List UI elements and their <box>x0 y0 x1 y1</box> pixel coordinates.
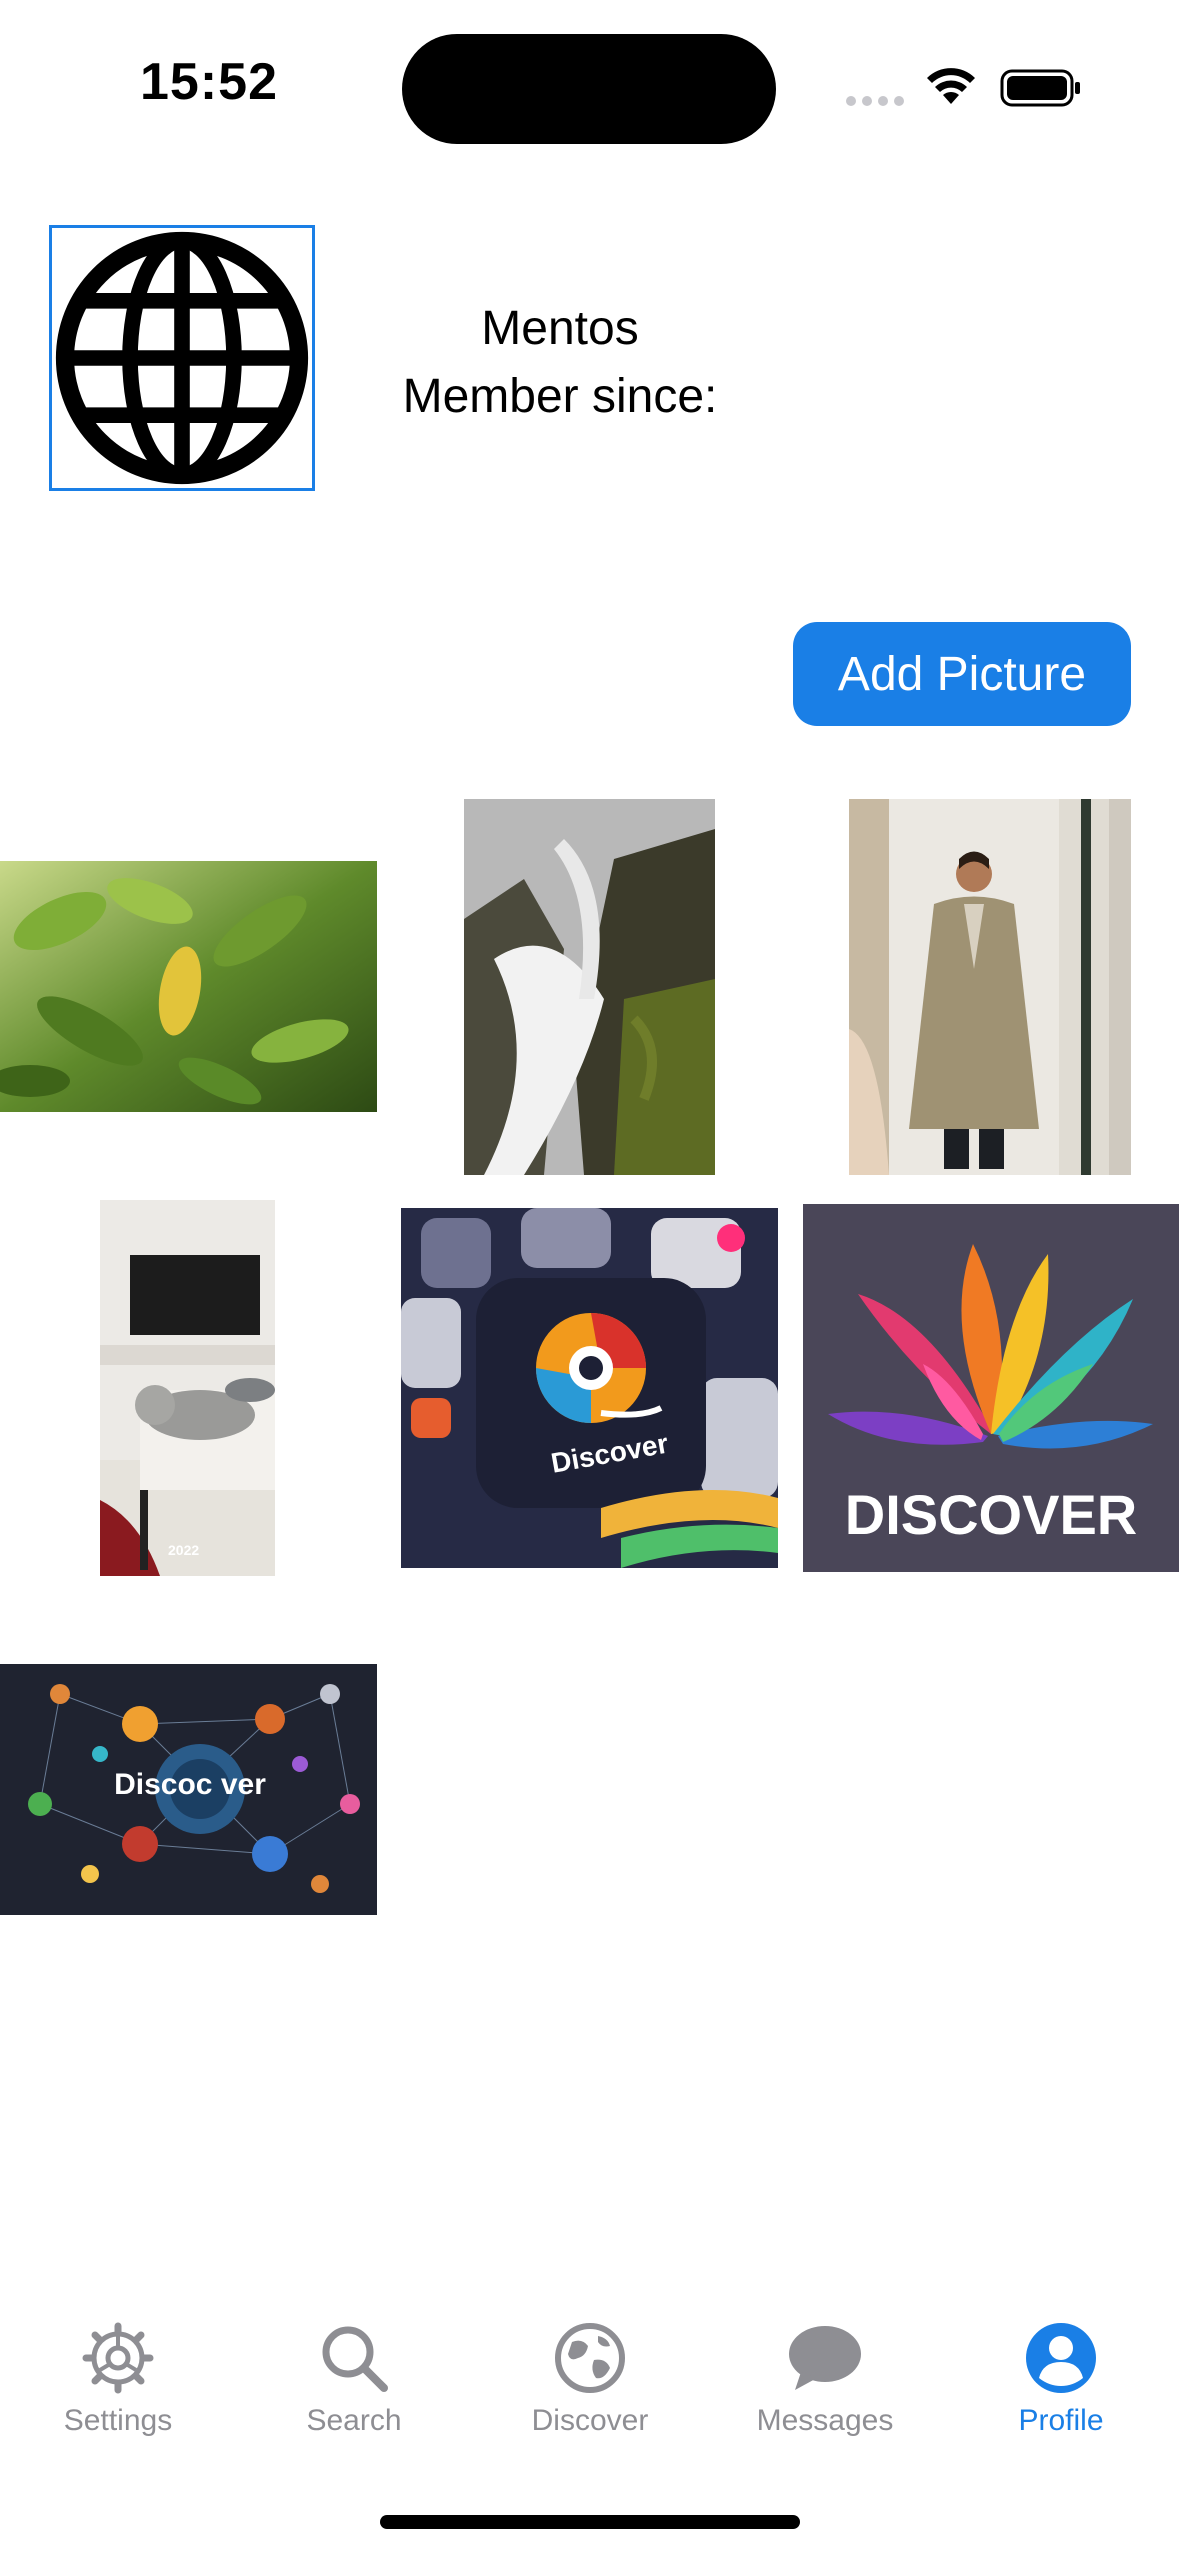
cellular-signal-icon <box>846 96 904 106</box>
photo-caption: Discoc ver <box>114 1768 266 1801</box>
photo-thumbnail[interactable]: 2022 <box>100 1200 275 1576</box>
search-icon <box>322 2326 388 2392</box>
profile-info: Mentos Member since: <box>360 295 760 431</box>
mirror-selfie-photo <box>849 799 1131 1175</box>
photo-caption: 2022 <box>168 1542 199 1558</box>
globe-icon <box>555 2323 625 2393</box>
photo-thumbnail[interactable] <box>464 799 715 1175</box>
waterfall-photo <box>464 799 715 1175</box>
tab-label: Profile <box>1018 2404 1104 2437</box>
add-picture-button[interactable]: Add Picture <box>793 622 1131 726</box>
member-since-label: Member since: <box>402 370 718 423</box>
profile-name: Mentos <box>481 302 639 355</box>
photo-caption: DISCOVER <box>845 1483 1138 1546</box>
tab-discover[interactable]: Discover <box>472 2320 708 2460</box>
photo-thumbnail[interactable] <box>0 861 377 1112</box>
photo-thumbnail[interactable]: Discoc ver <box>0 1664 377 1915</box>
status-time: 15:52 <box>140 53 278 111</box>
discover-network-photo: Discoc ver <box>0 1664 377 1915</box>
home-indicator <box>380 2515 800 2529</box>
person-circle-icon <box>1026 2323 1096 2393</box>
wifi-icon <box>927 68 975 104</box>
photo-thumbnail[interactable]: Discover <box>401 1208 778 1568</box>
tab-settings[interactable]: Settings <box>0 2320 236 2460</box>
tab-label: Search <box>306 2404 402 2437</box>
globe-icon <box>55 231 309 485</box>
photo-thumbnail[interactable]: DISCOVER <box>803 1204 1179 1572</box>
tab-profile[interactable]: Profile <box>943 2320 1179 2460</box>
battery-icon <box>1000 69 1080 107</box>
dynamic-island <box>402 34 776 144</box>
tab-label: Discover <box>531 2404 649 2437</box>
leaves-photo <box>0 861 377 1112</box>
tab-label: Messages <box>756 2404 894 2437</box>
message-bubble-icon <box>789 2326 861 2390</box>
tab-messages[interactable]: Messages <box>707 2320 943 2460</box>
discover-logo-photo: DISCOVER <box>803 1204 1179 1572</box>
profile-avatar[interactable] <box>49 225 315 491</box>
tab-search[interactable]: Search <box>236 2320 472 2460</box>
gear-icon <box>82 2322 154 2394</box>
photo-thumbnail[interactable] <box>849 799 1131 1175</box>
discover-app-icon-photo: Discover <box>401 1208 778 1568</box>
tab-label: Settings <box>63 2404 173 2437</box>
cat-photo: 2022 <box>100 1200 275 1576</box>
